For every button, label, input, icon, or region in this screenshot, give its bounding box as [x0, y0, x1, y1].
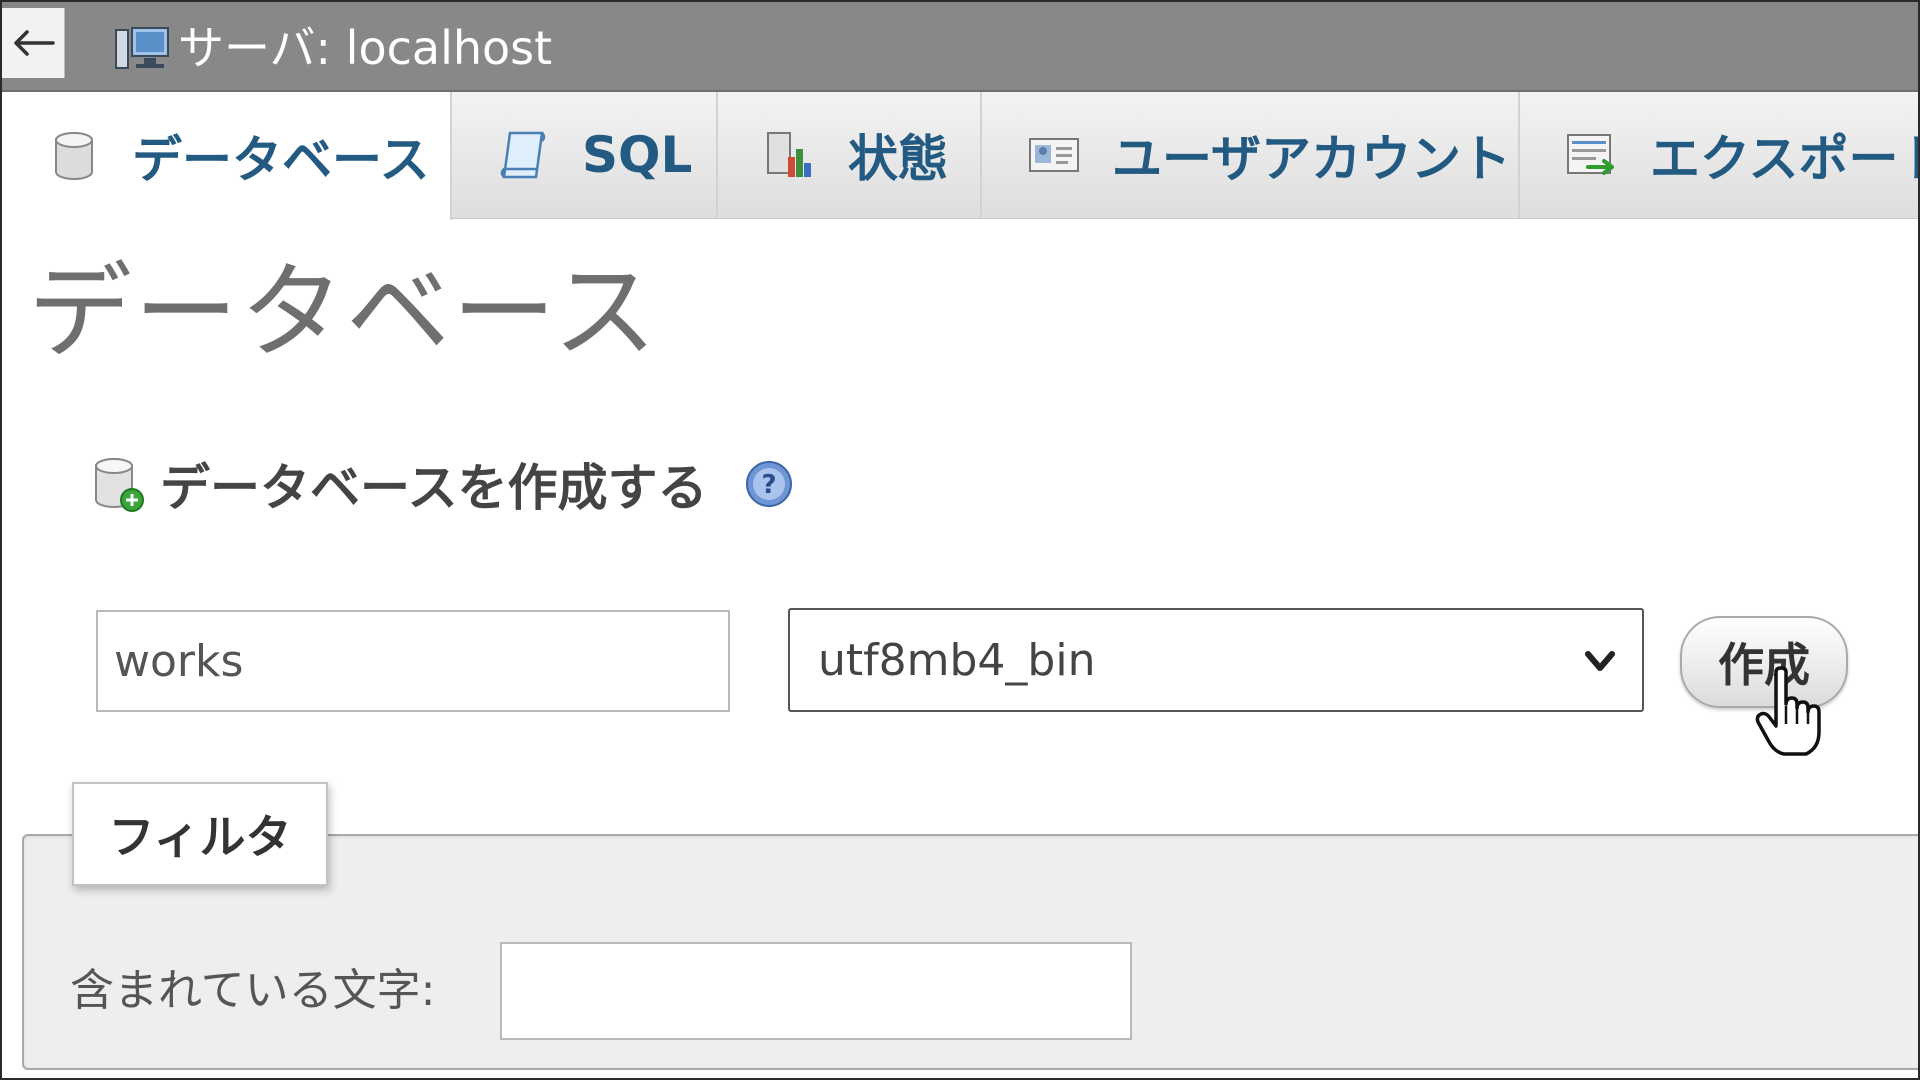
server-title[interactable]: サーバ: localhost — [178, 18, 552, 78]
export-icon — [1567, 134, 1614, 175]
help-icon[interactable]: ? — [744, 459, 794, 509]
filter-legend: フィルタ — [72, 782, 328, 886]
server-icon — [115, 27, 169, 69]
back-button[interactable] — [2, 8, 65, 78]
create-database-heading: データベースを作成する ? — [90, 448, 794, 520]
database-icon — [55, 132, 93, 180]
tab-label: データベース — [132, 131, 430, 189]
tab-databases[interactable]: データベース — [2, 92, 452, 220]
create-database-title: データベースを作成する — [160, 459, 708, 517]
user-accounts-icon — [1029, 138, 1079, 172]
database-name-input[interactable] — [96, 610, 730, 712]
tab-export[interactable]: エクスポート — [1520, 92, 1920, 218]
hand-cursor-icon — [1755, 666, 1821, 756]
browser-frame: サーバ: localhost データベース SQL 状態 ユーザアカウント エク… — [0, 0, 1920, 1080]
filter-contains-label: 含まれている文字: — [70, 965, 436, 1016]
main-tabs: データベース SQL 状態 ユーザアカウント エクスポート — [2, 92, 1920, 220]
tab-sql[interactable]: SQL — [452, 92, 718, 218]
tab-label: SQL — [582, 126, 693, 184]
status-icon — [767, 132, 811, 177]
page-title: データベース — [28, 251, 659, 373]
tab-label: ユーザアカウント — [1112, 130, 1511, 188]
sql-icon — [500, 131, 546, 179]
tab-status[interactable]: 状態 — [718, 92, 982, 218]
filter-contains-input[interactable] — [500, 942, 1132, 1040]
collation-selected-value: utf8mb4_bin — [818, 634, 1096, 686]
chevron-down-icon — [1585, 651, 1615, 671]
collation-select[interactable]: utf8mb4_bin — [788, 608, 1644, 712]
back-arrow-icon — [14, 30, 55, 56]
tab-user-accounts[interactable]: ユーザアカウント — [982, 92, 1520, 218]
svg-text:?: ? — [761, 470, 776, 500]
tab-label: 状態 — [848, 130, 948, 188]
database-add-icon — [95, 458, 144, 512]
server-topbar: サーバ: localhost — [2, 2, 1918, 92]
tab-label: エクスポート — [1650, 130, 1920, 188]
